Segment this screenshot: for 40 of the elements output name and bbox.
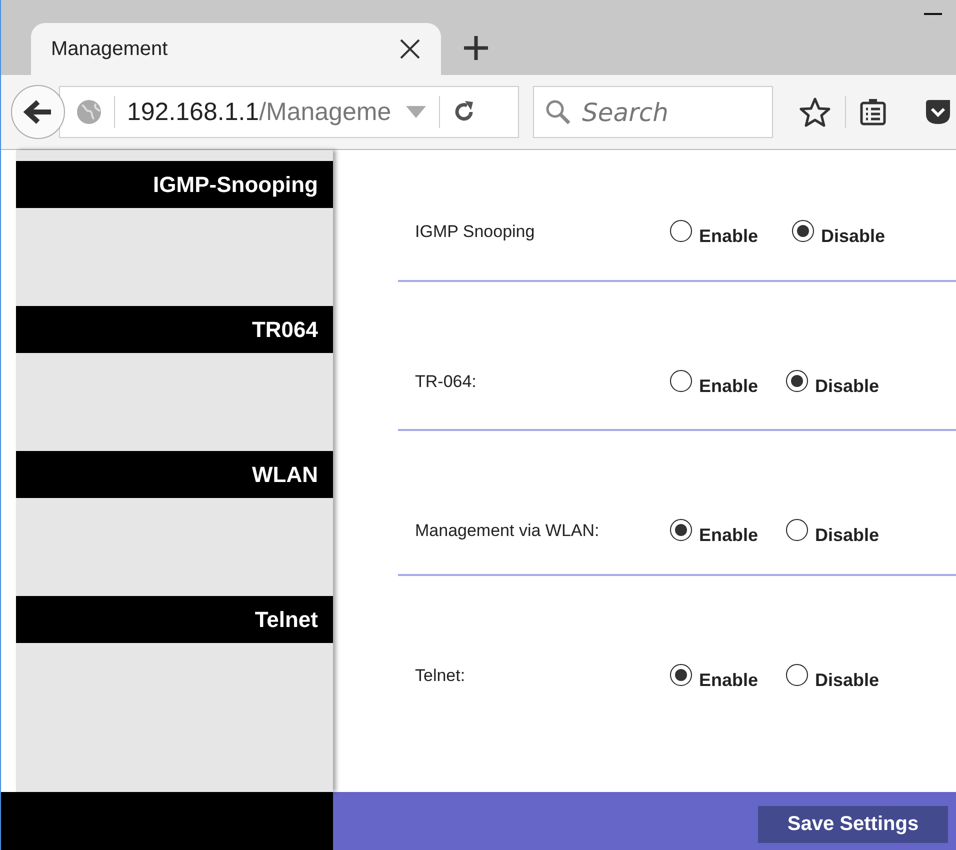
radio-button[interactable] — [786, 664, 808, 686]
save-settings-button[interactable]: Save Settings — [758, 806, 948, 842]
option-label: Enable — [699, 524, 758, 546]
minimize-icon[interactable] — [924, 12, 942, 16]
search-field[interactable]: Search — [533, 86, 773, 138]
radio-button[interactable] — [786, 519, 808, 541]
option-label: Enable — [699, 669, 758, 691]
option-label: Disable — [815, 524, 880, 546]
option-label: Enable — [699, 375, 758, 397]
setting-label: IGMP Snooping — [414, 221, 536, 242]
reading-list-icon[interactable] — [860, 98, 886, 126]
radio-button[interactable] — [786, 370, 808, 392]
browser-tab[interactable]: Management — [31, 23, 441, 75]
option-label: Disable — [815, 669, 880, 691]
star-icon[interactable] — [799, 97, 831, 127]
tab-title: Management — [51, 38, 168, 60]
radio-button[interactable] — [670, 664, 692, 686]
url-text: 192.168.1.1/Manageme — [127, 98, 392, 126]
radio-button[interactable] — [792, 220, 814, 242]
back-button[interactable] — [11, 85, 65, 139]
section-header: WLAN — [16, 451, 333, 498]
setting-label: Management via WLAN: — [414, 520, 600, 541]
globe-icon — [76, 99, 102, 125]
section-header: Telnet — [16, 596, 333, 643]
pocket-icon[interactable] — [926, 100, 950, 124]
radio-button[interactable] — [670, 220, 692, 242]
new-tab-icon[interactable] — [463, 35, 489, 61]
section-header: TR064 — [16, 306, 333, 353]
setting-label: TR-064: — [414, 371, 478, 392]
setting-label: Telnet: — [414, 665, 466, 686]
search-icon — [545, 99, 571, 125]
option-label: Enable — [699, 225, 758, 247]
back-arrow-icon — [23, 99, 53, 125]
radio-button[interactable] — [670, 370, 692, 392]
section-header: IGMP-Snooping — [16, 161, 333, 208]
option-label: Disable — [821, 225, 886, 247]
close-icon[interactable] — [399, 38, 421, 60]
radio-button[interactable] — [670, 519, 692, 541]
address-bar[interactable]: 192.168.1.1/Manageme — [59, 86, 519, 138]
option-label: Disable — [815, 375, 880, 397]
